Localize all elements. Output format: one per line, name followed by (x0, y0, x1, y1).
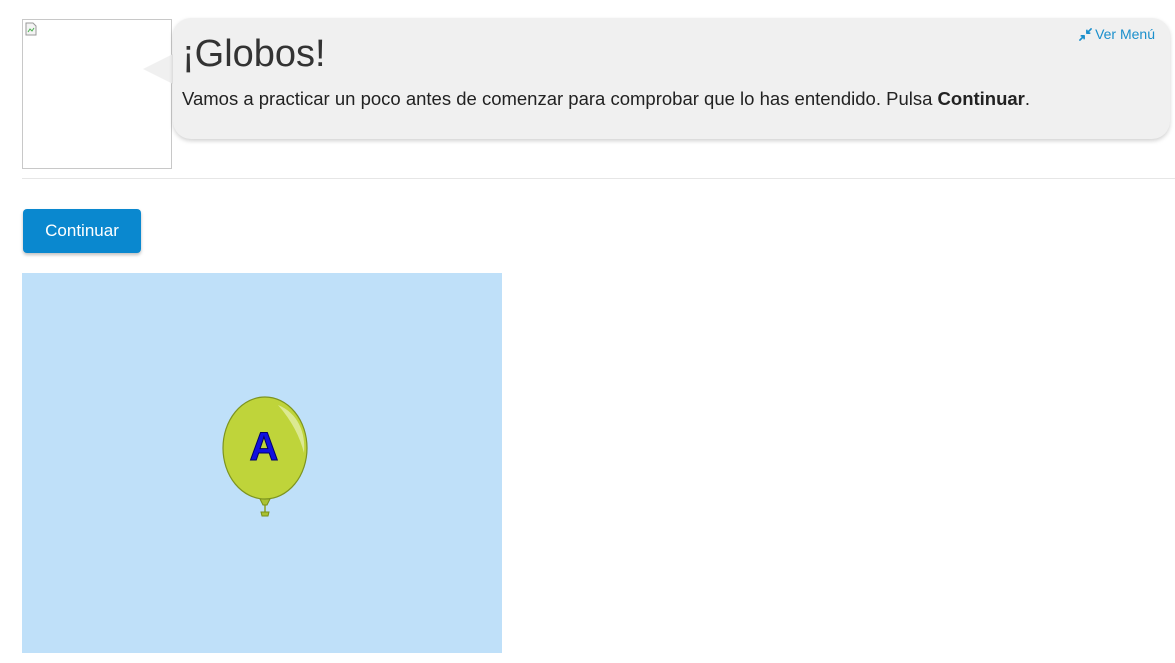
instruction-bold: Continuar (937, 88, 1025, 109)
page-title: ¡Globos! (182, 33, 326, 75)
game-canvas[interactable]: A (22, 273, 502, 653)
balloon-letter: A (250, 425, 279, 469)
continue-button[interactable]: Continuar (23, 209, 141, 253)
instruction-text: Vamos a practicar un poco antes de comen… (182, 87, 1030, 111)
speech-bubble-tail (143, 54, 173, 84)
view-menu-link[interactable]: Ver Menú (1079, 26, 1155, 42)
avatar-image (22, 19, 172, 169)
speech-bubble: ¡Globos! Vamos a practicar un poco antes… (173, 18, 1170, 139)
header-divider (22, 178, 1175, 179)
instruction-prefix: Vamos a practicar un poco antes de comen… (182, 88, 938, 109)
broken-image-icon (25, 22, 37, 36)
view-menu-label: Ver Menú (1095, 26, 1155, 42)
balloon-icon[interactable]: A (220, 395, 310, 519)
instruction-suffix: . (1024, 88, 1031, 109)
compress-arrows-icon (1079, 27, 1092, 41)
